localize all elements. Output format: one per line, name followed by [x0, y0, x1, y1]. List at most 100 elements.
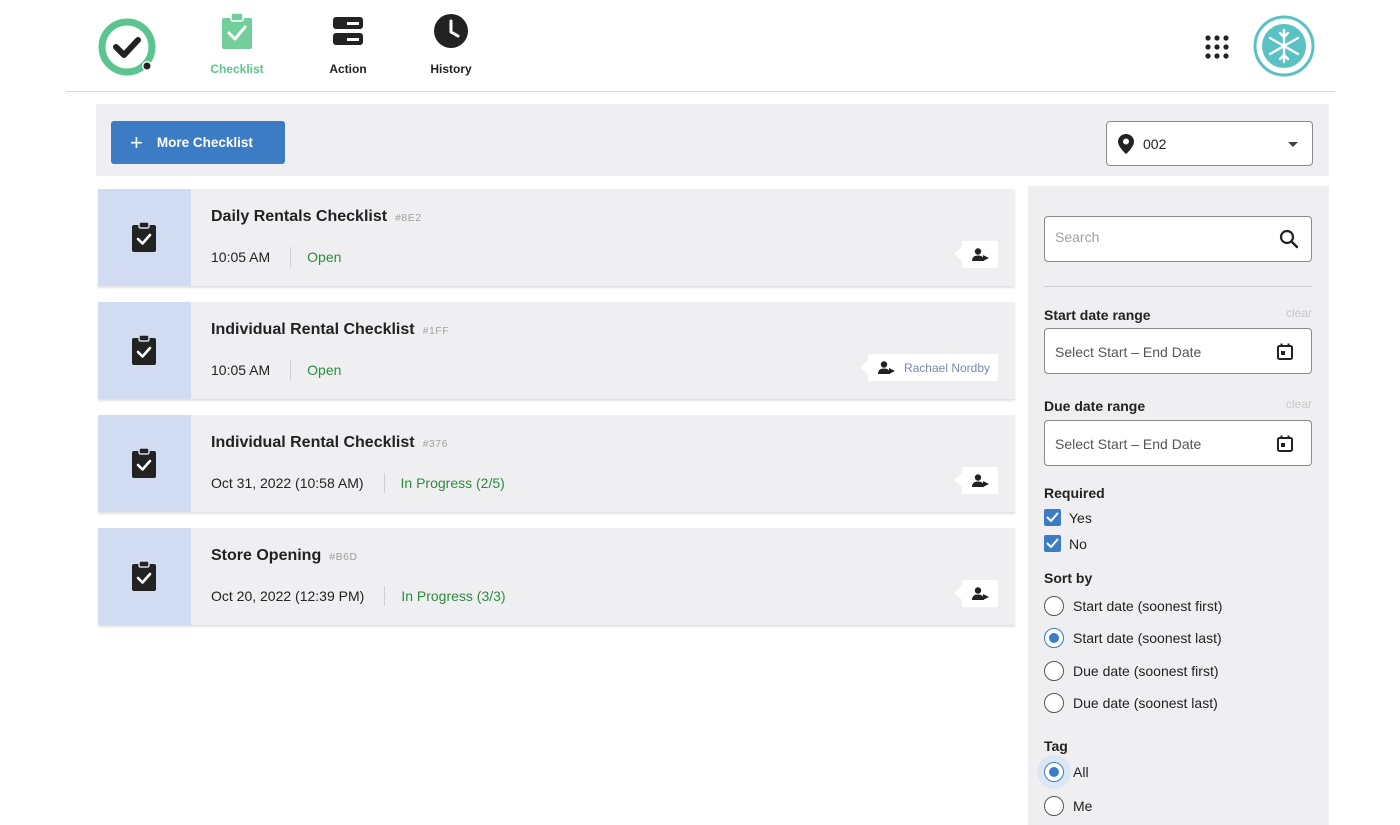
- sort-start-soonest-last-radio[interactable]: Start date (soonest last): [1044, 628, 1222, 648]
- tag-label: Tag: [1044, 738, 1068, 754]
- radio-label: Me: [1073, 798, 1093, 814]
- checkbox-label: No: [1069, 535, 1087, 552]
- checklist-code: #376: [422, 438, 448, 450]
- sort-start-soonest-first-radio[interactable]: Start date (soonest first): [1044, 596, 1222, 616]
- apps-grid-icon[interactable]: [1202, 32, 1232, 62]
- search-input[interactable]: [1055, 229, 1265, 245]
- checklist-card[interactable]: Individual Rental Checklist #1FF 10:05 A…: [98, 302, 1015, 399]
- card-icon-strip: [98, 528, 191, 625]
- radio-icon: [1044, 796, 1064, 816]
- clipboard-check-icon: [132, 560, 156, 591]
- checklist-code: #8E2: [395, 212, 422, 224]
- plus-icon: +: [130, 129, 143, 155]
- assign-user-button[interactable]: [954, 580, 998, 607]
- clipboard-check-icon: [222, 12, 252, 49]
- radio-label: Due date (soonest first): [1073, 663, 1219, 679]
- tag-me-radio[interactable]: Me: [1044, 796, 1092, 816]
- meta-divider: [290, 360, 292, 380]
- meta-divider: [384, 586, 386, 606]
- radio-label: Due date (soonest last): [1073, 695, 1218, 711]
- sort-due-soonest-first-radio[interactable]: Due date (soonest first): [1044, 661, 1219, 681]
- checklist-status: Open: [307, 362, 342, 378]
- sidebar-divider: [1044, 286, 1312, 287]
- required-yes-checkbox[interactable]: Yes: [1044, 509, 1092, 526]
- radio-selected-icon: [1044, 762, 1064, 782]
- checklist-card[interactable]: Store Opening #B6D Oct 20, 2022 (12:39 P…: [98, 528, 1015, 625]
- required-label: Required: [1044, 485, 1105, 501]
- clipboard-check-icon: [132, 334, 156, 365]
- top-navigation-bar: Checklist Action History: [0, 0, 1400, 92]
- search-icon[interactable]: [1279, 229, 1299, 249]
- checklist-status: In Progress (2/5): [400, 475, 505, 491]
- calendar-icon: [1277, 343, 1293, 360]
- due-date-range-picker[interactable]: Select Start – End Date: [1044, 420, 1312, 466]
- radio-selected-icon: [1044, 628, 1064, 648]
- checklist-code: #1FF: [422, 325, 450, 337]
- nav-tab-label: Checklist: [210, 62, 264, 76]
- checklist-title: Individual Rental Checklist: [211, 434, 415, 451]
- more-checklist-button[interactable]: + More Checklist: [111, 121, 285, 164]
- card-icon-strip: [98, 415, 191, 512]
- checklist-time: 10:05 AM: [211, 249, 271, 265]
- app-logo-icon[interactable]: [96, 16, 158, 78]
- checklist-status: Open: [307, 249, 342, 265]
- tag-all-radio[interactable]: All: [1044, 762, 1089, 782]
- clock-icon: [434, 14, 468, 48]
- sort-by-label: Sort by: [1044, 570, 1093, 586]
- location-select[interactable]: 002: [1106, 121, 1313, 166]
- due-date-range-placeholder: Select Start – End Date: [1055, 436, 1202, 452]
- start-date-range-picker[interactable]: Select Start – End Date: [1044, 328, 1312, 374]
- assign-user-button[interactable]: [954, 241, 998, 268]
- checklist-code: #B6D: [329, 551, 358, 563]
- nav-tab-history[interactable]: History: [411, 12, 491, 76]
- checklist-time: Oct 20, 2022 (12:39 PM): [211, 588, 365, 604]
- assignee-chip[interactable]: Rachael Nordby: [859, 354, 998, 381]
- start-date-range-placeholder: Select Start – End Date: [1055, 344, 1202, 360]
- radio-label: Start date (soonest last): [1073, 630, 1222, 646]
- start-date-clear-link[interactable]: clear: [1286, 306, 1312, 320]
- more-checklist-label: More Checklist: [156, 135, 253, 150]
- server-icon: [333, 17, 363, 45]
- assign-user-icon: [877, 360, 895, 374]
- checkbox-checked-icon: [1044, 509, 1061, 526]
- assignee-name: Rachael Nordby: [903, 360, 990, 375]
- checklist-card[interactable]: Daily Rentals Checklist #8E2 10:05 AM Op…: [98, 189, 1015, 286]
- nav-tab-checklist[interactable]: Checklist: [197, 12, 277, 76]
- user-avatar[interactable]: [1252, 14, 1316, 78]
- checklist-toolbar: + More Checklist 002: [96, 104, 1329, 176]
- assign-user-button[interactable]: [954, 467, 998, 494]
- clipboard-check-icon: [132, 221, 156, 252]
- header-divider: [66, 91, 1335, 92]
- location-value: 002: [1143, 135, 1167, 152]
- chevron-down-icon: [1288, 142, 1298, 147]
- checklist-status: In Progress (3/3): [401, 588, 506, 604]
- checklist-card[interactable]: Individual Rental Checklist #376 Oct 31,…: [98, 415, 1015, 512]
- radio-icon: [1044, 596, 1064, 616]
- checklist-time: Oct 31, 2022 (10:58 AM): [211, 475, 364, 491]
- due-date-range-label: Due date range: [1044, 398, 1146, 414]
- checklist-title: Store Opening: [211, 547, 322, 564]
- nav-tab-label: Action: [329, 62, 367, 76]
- nav-tab-label: History: [430, 62, 472, 76]
- sort-due-soonest-last-radio[interactable]: Due date (soonest last): [1044, 693, 1218, 713]
- filter-sidebar: Start date range clear Select Start – En…: [1028, 186, 1329, 825]
- radio-icon: [1044, 693, 1064, 713]
- due-date-clear-link[interactable]: clear: [1286, 397, 1312, 411]
- checklist-title: Daily Rentals Checklist: [211, 208, 388, 225]
- checkbox-checked-icon: [1044, 535, 1061, 552]
- checkbox-label: Yes: [1069, 509, 1092, 526]
- meta-divider: [383, 473, 385, 493]
- meta-divider: [290, 247, 292, 267]
- clipboard-check-icon: [132, 447, 156, 478]
- nav-tab-action[interactable]: Action: [308, 12, 388, 76]
- checklist-title: Individual Rental Checklist: [211, 321, 415, 338]
- calendar-icon: [1277, 435, 1293, 452]
- radio-label: Start date (soonest first): [1073, 598, 1223, 614]
- required-no-checkbox[interactable]: No: [1044, 535, 1087, 552]
- assign-user-icon: [972, 247, 989, 261]
- radio-label: All: [1073, 764, 1089, 780]
- start-date-range-label: Start date range: [1044, 307, 1151, 323]
- card-icon-strip: [98, 302, 191, 399]
- radio-icon: [1044, 661, 1064, 681]
- search-field[interactable]: [1044, 216, 1312, 262]
